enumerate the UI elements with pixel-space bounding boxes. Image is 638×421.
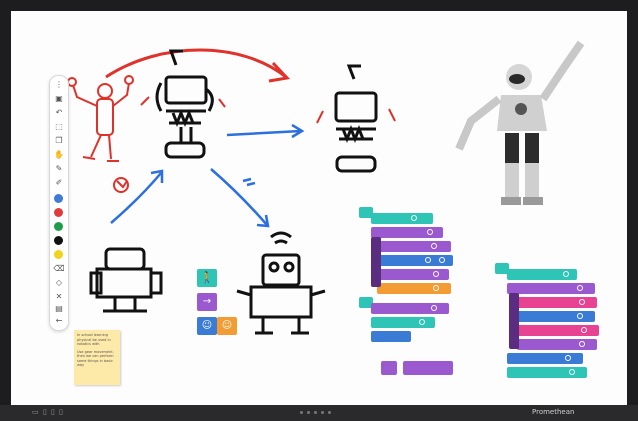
small-tile-purple-2[interactable] (403, 361, 453, 375)
code-block[interactable] (517, 339, 597, 350)
code-block[interactable] (507, 367, 587, 378)
more-icon[interactable]: ⋮ (53, 80, 65, 90)
undo-icon[interactable]: ↶ (53, 108, 65, 118)
small-tile-purple[interactable] (381, 361, 397, 375)
color-red-swatch[interactable] (54, 208, 63, 217)
robot-head-sketch-2 (334, 64, 378, 173)
robot-sketch-wifi (236, 231, 326, 335)
loop-block[interactable] (371, 237, 381, 287)
code-block[interactable] (377, 255, 453, 266)
red-stick-figure (67, 75, 134, 193)
humanoid-robot-image (455, 40, 585, 205)
code-block[interactable] (371, 213, 433, 224)
code-block[interactable] (377, 283, 451, 294)
robot-head-sketch-1 (155, 49, 214, 159)
color-blue-swatch[interactable] (54, 194, 63, 203)
color-yellow-swatch[interactable] (54, 250, 63, 259)
pen-icon[interactable]: ✎ (53, 164, 65, 174)
whiteboard-canvas[interactable]: ⋮ ▣ ↶ ⬚ ❐ ✋ ✎ ✐ ⌫ ◇ ✕ ▤ ← In school lear… (11, 11, 627, 405)
code-blocks-stack-1[interactable] (359, 207, 459, 347)
code-block[interactable] (507, 353, 583, 364)
shape-icon[interactable]: ◇ (53, 278, 65, 288)
code-block[interactable] (507, 269, 577, 280)
page-icon[interactable]: ▤ (53, 304, 65, 314)
walk-block-tile[interactable]: 🚶 (197, 269, 217, 287)
bezel-sensor-dots (300, 411, 331, 414)
sticky-note-line-1: In school learning physical be used in r… (77, 333, 111, 346)
face-block-tile-2[interactable]: ☺ (217, 317, 237, 335)
code-block[interactable] (517, 297, 597, 308)
highlighter-icon[interactable]: ✐ (53, 178, 65, 188)
clear-icon[interactable]: ✕ (53, 292, 65, 302)
save-icon[interactable]: ▣ (53, 94, 65, 104)
code-block[interactable] (517, 325, 599, 336)
code-block[interactable] (371, 317, 435, 328)
code-block[interactable] (371, 303, 449, 314)
sticky-note-line-2: Use gear movement, then we can perform s… (77, 349, 114, 368)
color-black-swatch[interactable] (54, 236, 63, 245)
select-icon[interactable]: ⬚ (53, 122, 65, 132)
brand-logo: Promethean (532, 408, 575, 416)
code-block[interactable] (377, 269, 449, 280)
code-blocks-stack-2[interactable] (495, 263, 605, 389)
sticky-note[interactable]: In school learning physical be used in r… (74, 330, 120, 385)
pen-toolbar: ⋮ ▣ ↶ ⬚ ❐ ✋ ✎ ✐ ⌫ ◇ ✕ ▤ ← (49, 75, 69, 331)
arrow-block-tile[interactable]: → (197, 293, 217, 311)
hand-icon[interactable]: ✋ (53, 150, 65, 160)
face-block-tile[interactable]: ☺ (197, 317, 217, 335)
loop-block[interactable] (509, 293, 519, 349)
code-block[interactable] (371, 241, 451, 252)
code-block[interactable] (371, 331, 411, 342)
color-green-swatch[interactable] (54, 222, 63, 231)
code-block[interactable] (507, 283, 595, 294)
eraser-icon[interactable]: ⌫ (53, 264, 65, 274)
robot-body-sketch (89, 247, 163, 313)
bezel-buttons-label: ▭ ▯ ▯ ▯ (32, 408, 64, 416)
bottom-bezel: ▭ ▯ ▯ ▯ Promethean (0, 405, 638, 421)
code-block[interactable] (371, 227, 443, 238)
copy-icon[interactable]: ❐ (53, 136, 65, 146)
code-block[interactable] (517, 311, 595, 322)
red-arc-arrow (105, 48, 287, 79)
blue-arrows (110, 123, 305, 228)
back-icon[interactable]: ← (53, 316, 65, 326)
